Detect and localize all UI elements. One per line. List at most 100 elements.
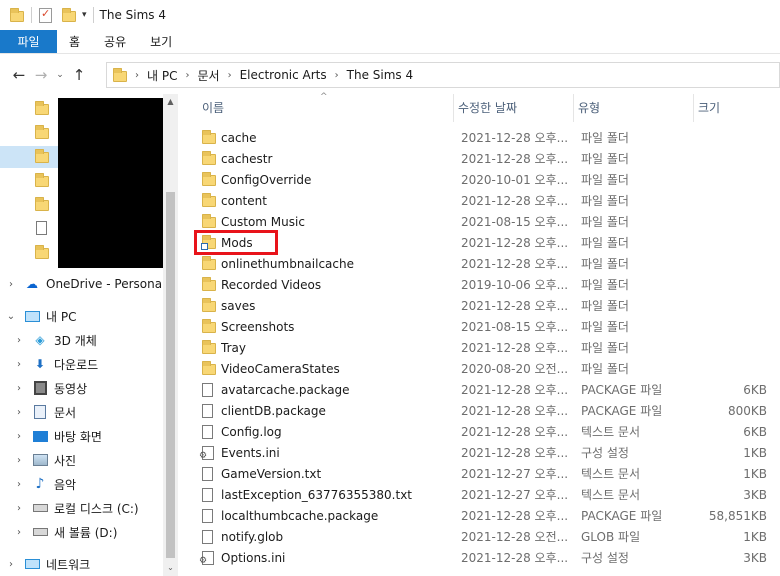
file-date: 2021-12-27 오후... (461, 488, 569, 502)
column-type[interactable]: 유형 (573, 94, 693, 122)
tab-file[interactable]: 파일 (0, 30, 57, 53)
file-row[interactable]: clientDB.package 2021-12-28 오후... PACKAGE … (178, 401, 780, 422)
file-row[interactable]: cache 2021-12-28 오후... 파일 폴더 (178, 128, 780, 149)
nav-label: 새 볼륨 (D:) (54, 525, 118, 540)
chevron-right-icon[interactable]: › (185, 70, 189, 81)
chevron-right-icon[interactable]: › (135, 70, 139, 81)
file-name: ConfigOverride (221, 173, 312, 187)
up-arrow-icon[interactable]: ↑ (68, 66, 90, 84)
nav-downloads[interactable]: › ⬇ 다운로드 (0, 352, 178, 376)
nav-scrollbar[interactable]: ▲ ⌄ (163, 94, 178, 576)
breadcrumb-documents[interactable]: 문서 (197, 67, 219, 84)
quick-access-item[interactable] (0, 242, 58, 264)
file-name: Events.ini (221, 446, 280, 460)
breadcrumb-the-sims-4[interactable]: The Sims 4 (347, 68, 413, 82)
file-row[interactable]: Tray 2021-12-28 오후... 파일 폴더 (178, 338, 780, 359)
chevron-right-icon[interactable]: › (14, 359, 24, 370)
forward-arrow-icon[interactable]: → (30, 66, 52, 84)
file-row[interactable]: avatarcache.package 2021-12-28 오후... PACKA… (178, 380, 780, 401)
address-bar[interactable]: › 내 PC › 문서 › Electronic Arts › The Sims… (106, 62, 780, 88)
nav-desktop[interactable]: › 바탕 화면 (0, 424, 178, 448)
nav-this-pc[interactable]: ⌄ 내 PC (0, 304, 178, 328)
chevron-right-icon[interactable]: › (6, 559, 16, 570)
file-type: 파일 폴더 (581, 257, 629, 271)
recent-locations-icon[interactable]: ⌄ (52, 70, 68, 80)
chevron-right-icon[interactable]: › (6, 279, 16, 290)
file-size (695, 128, 767, 149)
file-row[interactable]: onlinethumbnailcache 2021-12-28 오후... 파일 폴… (178, 254, 780, 275)
chevron-right-icon[interactable]: › (14, 431, 24, 442)
file-row[interactable]: Events.ini 2021-12-28 오후... 구성 설정 1KB (178, 443, 780, 464)
chevron-right-icon[interactable]: › (14, 455, 24, 466)
file-row[interactable]: saves 2021-12-28 오후... 파일 폴더 (178, 296, 780, 317)
chevron-right-icon[interactable]: › (14, 335, 24, 346)
nav-new-volume-d[interactable]: › 새 볼륨 (D:) (0, 520, 178, 544)
file-row[interactable]: notify.glob 2021-12-28 오전... GLOB 파일 1KB (178, 527, 780, 548)
file-row[interactable]: Recorded Videos 2019-10-06 오후... 파일 폴더 (178, 275, 780, 296)
tab-home[interactable]: 홈 (57, 30, 92, 53)
quick-access-item[interactable] (0, 194, 58, 216)
document-icon (202, 404, 213, 418)
file-row[interactable]: localthumbcache.package 2021-12-28 오후... P… (178, 506, 780, 527)
file-date: 2021-08-15 오후... (461, 320, 569, 334)
quick-access-item[interactable] (0, 98, 58, 120)
file-row[interactable]: content 2021-12-28 오후... 파일 폴더 (178, 191, 780, 212)
file-row[interactable]: VideoCameraStates 2020-08-20 오전... 파일 폴더 (178, 359, 780, 380)
file-row[interactable]: GameVersion.txt 2021-12-27 오후... 텍스트 문서 1KB (178, 464, 780, 485)
nav-pictures[interactable]: › 사진 (0, 448, 178, 472)
chevron-down-icon[interactable]: ⌄ (6, 311, 16, 322)
tab-share[interactable]: 공유 (92, 30, 138, 53)
nav-onedrive[interactable]: › ☁ OneDrive - Personal (0, 272, 178, 296)
nav-documents[interactable]: › 문서 (0, 400, 178, 424)
chevron-right-icon[interactable]: › (335, 70, 339, 81)
file-date: 2021-12-28 오후... (461, 551, 569, 565)
customize-toolbar-icon[interactable]: ▾ (82, 10, 87, 20)
chevron-right-icon[interactable]: › (14, 383, 24, 394)
quick-access-item[interactable] (0, 170, 58, 192)
column-size[interactable]: 크기 (693, 94, 780, 122)
breadcrumb-this-pc[interactable]: 내 PC (147, 67, 177, 84)
quick-access-item[interactable] (0, 218, 58, 240)
file-type: 파일 폴더 (581, 131, 629, 145)
nav-label: 3D 개체 (54, 333, 97, 348)
nav-3d-objects[interactable]: › ◈ 3D 개체 (0, 328, 178, 352)
scroll-down-icon[interactable]: ⌄ (163, 560, 178, 576)
file-row[interactable]: ConfigOverride 2020-10-01 오후... 파일 폴더 (178, 170, 780, 191)
tab-view[interactable]: 보기 (138, 30, 184, 53)
nav-local-disk-c[interactable]: › 로컬 디스크 (C:) (0, 496, 178, 520)
nav-music[interactable]: › ♪ 음악 (0, 472, 178, 496)
chevron-right-icon[interactable]: › (14, 503, 24, 514)
quick-access-item[interactable] (0, 122, 58, 144)
chevron-right-icon[interactable]: › (14, 479, 24, 490)
music-icon: ♪ (35, 476, 45, 492)
back-arrow-icon[interactable]: ← (8, 66, 30, 84)
file-name: notify.glob (221, 530, 284, 544)
column-date-modified[interactable]: 수정한 날짜 (453, 94, 573, 122)
quick-access-item-selected[interactable] (0, 146, 58, 168)
breadcrumb-electronic-arts[interactable]: Electronic Arts (240, 68, 327, 82)
chevron-right-icon[interactable]: › (14, 527, 24, 538)
file-size (695, 275, 767, 296)
file-row[interactable]: Config.log 2021-12-28 오후... 텍스트 문서 6KB (178, 422, 780, 443)
nav-videos[interactable]: › 동영상 (0, 376, 178, 400)
scroll-thumb[interactable] (166, 192, 175, 558)
new-folder-icon[interactable] (62, 8, 76, 22)
folder-icon (202, 214, 216, 228)
chevron-right-icon[interactable]: › (228, 70, 232, 81)
file-size (695, 359, 767, 380)
chevron-right-icon[interactable]: › (14, 407, 24, 418)
file-row[interactable]: Screenshots 2021-08-15 오후... 파일 폴더 (178, 317, 780, 338)
nav-network[interactable]: › 네트워크 (0, 552, 178, 576)
nav-label: 다운로드 (54, 357, 99, 372)
properties-icon[interactable] (39, 7, 52, 23)
file-row[interactable]: cachestr 2021-12-28 오후... 파일 폴더 (178, 149, 780, 170)
title-bar: ▾ The Sims 4 (0, 0, 780, 30)
file-type: 파일 폴더 (581, 278, 629, 292)
file-row[interactable]: lastException_63776355380.txt 2021-12-27 … (178, 485, 780, 506)
file-type: 텍스트 문서 (581, 425, 641, 439)
file-row[interactable]: Options.ini 2021-12-28 오후... 구성 설정 3KB (178, 548, 780, 569)
nav-label: OneDrive - Personal (46, 277, 166, 291)
file-type: PACKAGE 파일 (581, 509, 663, 523)
scroll-up-icon[interactable]: ▲ (163, 94, 178, 110)
column-name[interactable]: 이름 (198, 94, 453, 122)
